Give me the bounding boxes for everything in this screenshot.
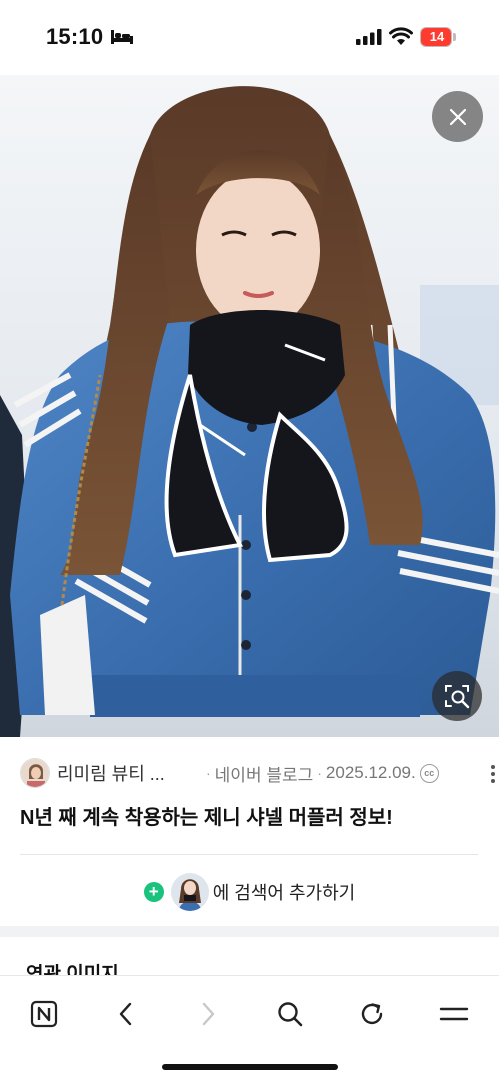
cellular-signal-icon xyxy=(356,29,382,45)
menu-icon xyxy=(439,1007,469,1021)
bottom-toolbar xyxy=(0,975,499,1080)
separator-dot: · xyxy=(317,765,322,781)
naver-home-button[interactable] xyxy=(22,992,66,1036)
close-icon xyxy=(449,108,466,125)
add-search-term-button[interactable]: + 에 검색어 추가하기 xyxy=(0,870,499,914)
image-thumbnail xyxy=(170,873,209,911)
naver-home-icon xyxy=(30,1000,58,1028)
home-indicator[interactable] xyxy=(162,1064,338,1070)
result-meta-row: 리미림 뷰티 ... · 네이버 블로그 · 2025.12.09. cc xyxy=(20,757,495,789)
back-button[interactable] xyxy=(104,992,148,1036)
image-search-button[interactable] xyxy=(432,671,482,721)
forward-icon xyxy=(202,1002,215,1026)
status-time: 15:10 xyxy=(46,24,104,49)
close-button[interactable] xyxy=(432,91,483,142)
battery-percent: 14 xyxy=(429,29,445,44)
creative-commons-icon: cc xyxy=(419,763,439,783)
forward-button[interactable] xyxy=(186,992,230,1036)
image-search-icon xyxy=(445,685,470,709)
source-site[interactable]: 네이버 블로그 xyxy=(215,761,314,786)
battery-indicator: 14 xyxy=(420,27,456,47)
separator-dot: · xyxy=(206,765,211,781)
image-viewer[interactable] xyxy=(0,75,499,737)
source-avatar[interactable] xyxy=(20,758,50,788)
divider xyxy=(20,854,478,855)
plus-icon: + xyxy=(143,882,164,902)
back-icon xyxy=(119,1002,132,1026)
section-divider xyxy=(0,926,499,937)
search-button[interactable] xyxy=(268,992,312,1036)
status-bar: 15:10 14 xyxy=(0,0,499,75)
result-title-link[interactable]: N년 째 계속 착용하는 제니 샤넬 머플러 정보! xyxy=(20,801,490,830)
add-search-label: 에 검색어 추가하기 xyxy=(212,883,356,903)
sleep-focus-icon xyxy=(111,30,133,44)
search-icon xyxy=(278,1002,303,1027)
refresh-button[interactable] xyxy=(350,992,394,1036)
related-images-heading: 연관 이미지 xyxy=(26,964,119,976)
more-options-icon[interactable] xyxy=(490,764,496,784)
source-date: 2025.12.09. xyxy=(325,763,416,782)
search-result-photo xyxy=(0,75,499,737)
wifi-icon xyxy=(389,27,413,45)
refresh-icon xyxy=(361,1003,383,1025)
menu-button[interactable] xyxy=(432,992,476,1036)
source-name[interactable]: 리미림 뷰티 ... xyxy=(57,760,202,786)
